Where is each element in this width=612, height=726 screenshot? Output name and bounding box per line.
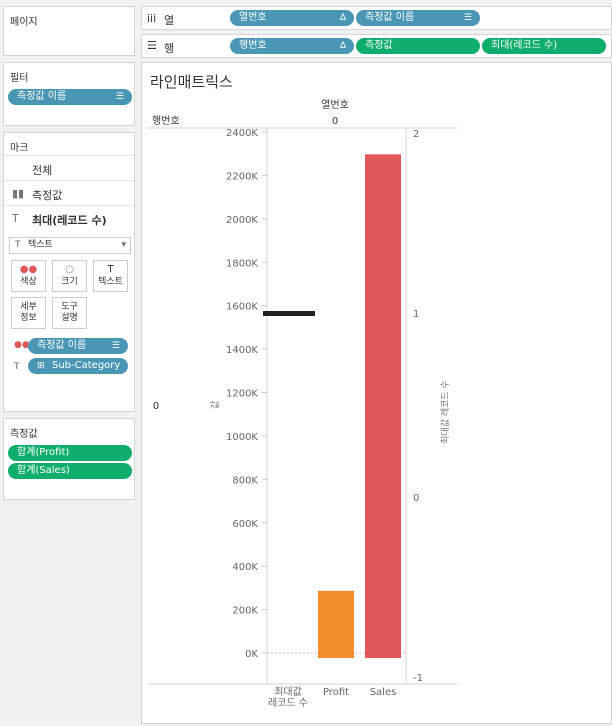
left-axis-tick: 1600K bbox=[226, 302, 258, 313]
scribble-marks bbox=[263, 311, 315, 316]
left-axis-tick: 1200K bbox=[226, 389, 258, 400]
bar-sales[interactable] bbox=[365, 154, 401, 658]
left-axis-tick: 600K bbox=[232, 519, 258, 530]
right-axis-tick: -1 bbox=[413, 673, 423, 684]
left-axis-tick: 0K bbox=[245, 649, 258, 660]
col-header-value: 0 bbox=[332, 116, 338, 127]
left-axis-tick: 1800K bbox=[226, 258, 258, 269]
chart: 열번호 행번호 0 0 값 최대값 레코드 수 0K 200K 400K 600K 80… bbox=[148, 99, 457, 709]
x-axis-label: 최대값 bbox=[274, 686, 302, 698]
right-axis-title: 최대값 레코드 수 bbox=[439, 380, 451, 444]
right-axis-tick: 0 bbox=[413, 493, 419, 504]
row-header-label: 행번호 bbox=[152, 115, 180, 127]
left-axis-title: 값 bbox=[209, 401, 221, 409]
left-axis-tick: 200K bbox=[232, 606, 258, 617]
left-axis-tick: 800K bbox=[232, 475, 258, 486]
left-axis-tick: 1400K bbox=[226, 345, 258, 356]
right-axis-tick: 2 bbox=[413, 129, 419, 140]
x-axis-label: Sales bbox=[370, 687, 397, 698]
x-axis-label: 레코드 수 bbox=[268, 697, 308, 709]
col-header-label: 열번호 bbox=[321, 99, 349, 111]
left-axis-tick: 2400K bbox=[226, 128, 258, 139]
left-axis-tick: 2000K bbox=[226, 215, 258, 226]
bar-profit[interactable] bbox=[318, 590, 354, 658]
x-axis-label: Profit bbox=[323, 687, 349, 698]
left-axis-tick: 400K bbox=[232, 562, 258, 573]
row-header-value: 0 bbox=[153, 401, 159, 412]
left-axis-tick: 1000K bbox=[226, 432, 258, 443]
left-axis-tick: 2200K bbox=[226, 171, 258, 182]
right-axis-tick: 1 bbox=[413, 309, 419, 320]
overlapped-text-marks bbox=[263, 311, 315, 316]
